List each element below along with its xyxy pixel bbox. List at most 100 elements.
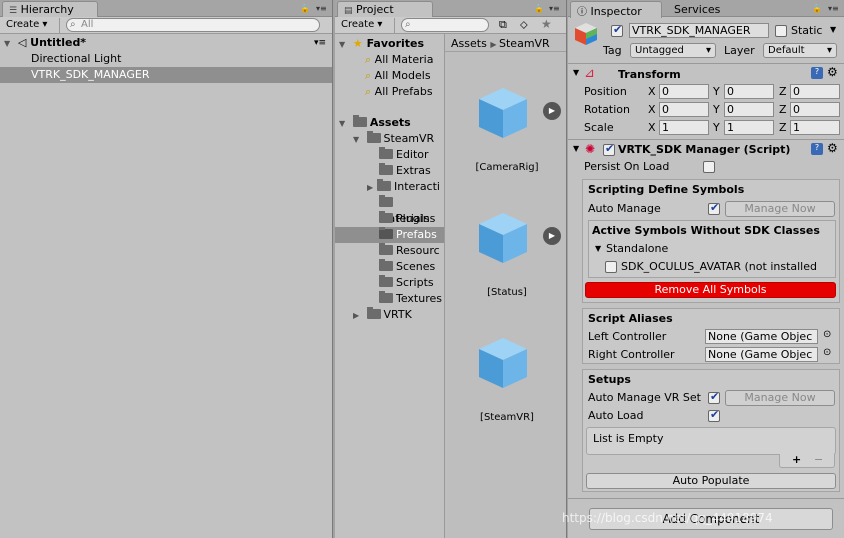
tab-project[interactable]: ▤ Project <box>337 1 433 18</box>
axis-z-label: Z <box>779 85 787 98</box>
folder-icon <box>379 195 393 207</box>
auto-load-checkbox[interactable] <box>708 408 720 422</box>
scale-x-field[interactable]: 1 <box>659 120 709 135</box>
create-button[interactable]: Create ▾ <box>337 18 395 33</box>
manage-now-button[interactable]: Manage Now <box>725 390 835 406</box>
auto-manage-vr-checkbox[interactable] <box>708 390 720 404</box>
folder-item[interactable]: Textures <box>335 291 444 307</box>
auto-manage-checkbox[interactable] <box>708 201 720 215</box>
manage-now-button[interactable]: Manage Now <box>725 201 835 217</box>
breadcrumb-steamvr[interactable]: SteamVR <box>499 37 550 50</box>
tab-hierarchy[interactable]: ☰ Hierarchy <box>2 1 98 18</box>
right-controller-field[interactable]: None (Game Objec <box>705 347 818 362</box>
menu-icon[interactable]: ▾≡ <box>316 4 327 13</box>
folder-icon <box>379 163 393 175</box>
remove-item-button[interactable]: − <box>814 453 823 466</box>
filter-label-icon[interactable]: ⬦ <box>520 18 528 32</box>
hierarchy-item-selected[interactable]: VTRK_SDK_MANAGER <box>0 67 332 83</box>
favorites-row[interactable]: ▼ ★ Favorites <box>335 36 444 52</box>
collapsed-triangle-icon[interactable]: ▶ <box>353 308 363 324</box>
assets-row[interactable]: ▼ Assets <box>335 115 444 131</box>
rotation-x-field[interactable]: 0 <box>659 102 709 117</box>
hierarchy-item[interactable]: Directional Light <box>0 51 332 67</box>
favorite-item[interactable]: ⌕ All Prefabs <box>335 84 444 100</box>
folder-item[interactable]: Editor <box>335 147 444 163</box>
static-checkbox[interactable] <box>775 25 787 37</box>
prefab-item[interactable]: [CameraRig] <box>467 84 547 174</box>
add-item-button[interactable]: + <box>792 453 801 466</box>
component-enabled-checkbox[interactable] <box>603 142 615 156</box>
rotation-z-field[interactable]: 0 <box>790 102 840 117</box>
favorite-item[interactable]: ⌕ All Materia <box>335 52 444 68</box>
create-button[interactable]: Create ▾ <box>2 18 60 33</box>
persist-checkbox[interactable] <box>703 161 715 173</box>
position-z-field[interactable]: 0 <box>790 84 840 99</box>
rotation-y-field[interactable]: 0 <box>724 102 774 117</box>
scene-menu-icon[interactable]: ▾≡ <box>314 35 326 51</box>
help-icon[interactable]: ? <box>811 143 823 155</box>
expand-triangle-icon[interactable]: ▼ <box>595 244 601 253</box>
layer-dropdown[interactable]: Default ▾ <box>763 43 837 58</box>
object-picker-icon[interactable]: ⊙ <box>823 329 831 340</box>
tab-services[interactable]: Services <box>668 2 726 17</box>
breadcrumb: Assets ▶ SteamVR <box>445 34 566 52</box>
help-icon[interactable]: ? <box>811 67 823 79</box>
tag-dropdown[interactable]: Untagged ▾ <box>630 43 716 58</box>
auto-populate-button[interactable]: Auto Populate <box>586 473 836 489</box>
folder-icon <box>366 307 381 319</box>
expand-triangle-icon[interactable]: ▼ <box>339 116 349 132</box>
position-x-field[interactable]: 0 <box>659 84 709 99</box>
prefab-item[interactable]: [SteamVR] <box>467 334 547 424</box>
expand-prefab-icon[interactable]: ▶ <box>543 227 561 245</box>
lock-icon[interactable]: 🔒 <box>812 4 822 13</box>
menu-icon[interactable]: ▾≡ <box>828 4 839 13</box>
folder-item[interactable]: Plugins <box>335 211 444 227</box>
folder-item[interactable]: Scripts <box>335 275 444 291</box>
folder-item[interactable]: ▶ Interacti <box>335 179 444 195</box>
lock-icon[interactable]: 🔒 <box>534 4 544 13</box>
position-y-field[interactable]: 0 <box>724 84 774 99</box>
expand-triangle-icon[interactable]: ▼ <box>339 37 349 53</box>
lock-icon[interactable]: 🔒 <box>300 4 310 13</box>
object-name-field[interactable]: VTRK_SDK_MANAGER <box>629 23 769 38</box>
folder-steamvr[interactable]: ▼ SteamVR <box>335 131 444 147</box>
collapsed-triangle-icon[interactable]: ▶ <box>367 180 377 196</box>
scene-row[interactable]: ▼ ◁ Untitled* ▾≡ <box>0 35 332 51</box>
menu-icon[interactable]: ▾≡ <box>549 4 560 13</box>
search-input[interactable]: ⌕ All <box>66 18 320 32</box>
expand-prefab-icon[interactable]: ▶ <box>543 102 561 120</box>
active-checkbox[interactable] <box>611 23 623 37</box>
transform-header[interactable]: ▼ ⊿ Transform ? ⚙ <box>568 65 844 84</box>
settings-gear-icon[interactable]: ⚙ <box>827 141 838 155</box>
folder-item[interactable]: Resourc <box>335 243 444 259</box>
prefab-item[interactable]: [Status] <box>467 209 547 299</box>
favorite-item[interactable]: ⌕ All Models <box>335 68 444 84</box>
folder-vrtk[interactable]: ▶ VRTK <box>335 307 444 323</box>
expand-triangle-icon[interactable]: ▼ <box>353 132 363 148</box>
expand-triangle-icon[interactable]: ▼ <box>573 144 579 153</box>
folder-item[interactable]: Extras <box>335 163 444 179</box>
tab-inspector[interactable]: ⓘ Inspector <box>570 1 662 18</box>
folder-item[interactable]: Materials <box>335 195 444 225</box>
favorite-star-icon[interactable]: ★ <box>541 17 552 31</box>
static-dropdown-icon[interactable]: ▼ <box>830 25 836 34</box>
sdk-manager-header[interactable]: ▼ ✺ VRTK_SDK Manager (Script) ? ⚙ <box>568 141 844 160</box>
folder-item[interactable]: Scenes <box>335 259 444 275</box>
filter-type-icon[interactable]: ⧉ <box>499 18 507 32</box>
expand-triangle-icon[interactable]: ▼ <box>4 36 14 52</box>
scale-z-field[interactable]: 1 <box>790 120 840 135</box>
object-picker-icon[interactable]: ⊙ <box>823 347 831 358</box>
remove-all-symbols-button[interactable]: Remove All Symbols <box>585 282 836 298</box>
breadcrumb-assets[interactable]: Assets <box>451 37 487 50</box>
folder-icon <box>352 115 367 127</box>
scale-y-field[interactable]: 1 <box>724 120 774 135</box>
expand-triangle-icon[interactable]: ▼ <box>573 68 579 77</box>
axis-x-label: X <box>648 103 656 116</box>
folder-item-selected[interactable]: Prefabs <box>335 227 444 243</box>
axis-y-label: Y <box>713 103 720 116</box>
symbol-checkbox[interactable] <box>605 261 617 273</box>
search-icon: ⌕ <box>405 19 411 30</box>
search-input[interactable]: ⌕ <box>401 18 489 32</box>
left-controller-field[interactable]: None (Game Objec <box>705 329 818 344</box>
settings-gear-icon[interactable]: ⚙ <box>827 65 838 79</box>
